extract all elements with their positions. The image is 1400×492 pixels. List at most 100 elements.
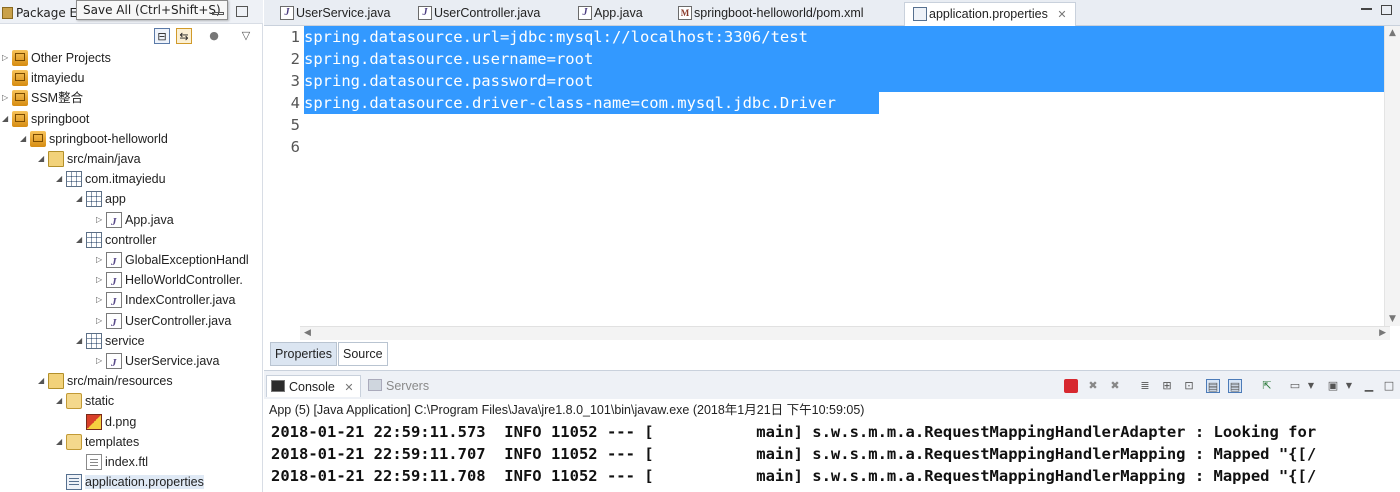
show-on-stderr-icon[interactable]: ▤ — [1228, 379, 1242, 393]
tree-item[interactable]: ▷ App.java — [96, 210, 174, 232]
tree-item[interactable]: application.properties — [56, 472, 204, 492]
tree-item-label: UserService.java — [125, 354, 220, 368]
scroll-lock-icon[interactable]: ≣ — [1138, 379, 1152, 393]
minimize-editor-icon[interactable] — [1361, 8, 1372, 11]
package-icon — [86, 332, 102, 349]
word-wrap-icon[interactable]: ⊞ — [1160, 379, 1174, 393]
tree-item[interactable]: ◢ service — [76, 331, 145, 351]
collapsed-twisty-icon[interactable]: ▷ — [2, 88, 12, 108]
image-file-icon — [86, 413, 102, 430]
tree-item[interactable]: ◢ springboot — [2, 109, 89, 129]
collapsed-twisty-icon[interactable]: ▷ — [96, 351, 106, 371]
tree-item[interactable]: ▷ SSM整合 — [2, 88, 83, 108]
tree-item[interactable]: ◢ src/main/java — [38, 149, 141, 169]
tree-item-label: App.java — [125, 212, 174, 227]
horizontal-scrollbar[interactable]: ◀ ▶ — [300, 326, 1390, 340]
project-icon — [12, 90, 28, 107]
terminate-icon[interactable] — [1064, 379, 1078, 393]
tree-item[interactable]: ▷ GlobalExceptionHandl — [96, 250, 249, 272]
collapsed-twisty-icon[interactable]: ▷ — [96, 250, 106, 270]
remove-all-terminated-icon[interactable]: ✖ — [1108, 379, 1122, 393]
tab-label: application.properties — [929, 7, 1048, 21]
close-tab-icon[interactable]: ✕ — [344, 382, 353, 394]
display-console-dropdown-icon[interactable]: ▼ — [1304, 379, 1318, 393]
tab-source[interactable]: Source — [338, 342, 388, 366]
scroll-left-arrow-icon[interactable]: ◀ — [304, 328, 311, 338]
collapsed-twisty-icon[interactable]: ▷ — [96, 270, 106, 290]
expanded-twisty-icon[interactable]: ◢ — [2, 109, 12, 129]
maven-project-icon — [30, 130, 46, 147]
tree-item[interactable]: ◢ templates — [56, 432, 139, 452]
collapsed-twisty-icon[interactable]: ▷ — [96, 290, 106, 310]
collapse-all-icon[interactable]: ⊟ — [154, 28, 170, 44]
tree-item[interactable]: ◢ springboot-helloworld — [20, 129, 168, 149]
collapsed-twisty-icon[interactable]: ▷ — [96, 311, 106, 331]
scroll-up-arrow-icon[interactable]: ▲ — [1389, 28, 1396, 38]
link-with-editor-icon[interactable]: ⇆ — [176, 28, 192, 44]
tree-item[interactable]: ◢ com.itmayiedu — [56, 169, 166, 189]
tree-item-label: springboot — [31, 111, 90, 126]
properties-file-icon — [66, 474, 82, 491]
tree-item[interactable]: ◢ controller — [76, 230, 156, 250]
maximize-editor-icon[interactable] — [1381, 5, 1392, 15]
tree-item[interactable]: ◢ static — [56, 391, 114, 411]
collapsed-twisty-icon[interactable]: ▷ — [2, 48, 12, 68]
expanded-twisty-icon[interactable]: ◢ — [76, 331, 86, 351]
project-icon — [12, 70, 28, 87]
tab-usercontroller-java[interactable]: J UserController.java — [410, 2, 540, 26]
tree-item-label: itmayiedu — [31, 71, 85, 86]
expanded-twisty-icon[interactable]: ◢ — [38, 149, 48, 169]
tree-item[interactable]: ▷ HelloWorldController. — [96, 270, 243, 292]
tab-properties[interactable]: Properties — [270, 342, 337, 366]
display-selected-console-icon[interactable]: ▭ — [1288, 379, 1302, 393]
tree-item[interactable]: ▷ UserController.java — [96, 311, 231, 333]
tree-item[interactable]: ▷ Other Projects — [2, 48, 111, 68]
tree-item[interactable]: index.ftl — [76, 452, 148, 472]
show-on-stdout-icon[interactable]: ▤ — [1206, 379, 1220, 393]
pin-console-icon[interactable]: ⇱ — [1260, 379, 1274, 393]
tab-servers[interactable]: Servers — [364, 375, 429, 397]
tab-label: UserService.java — [296, 6, 391, 20]
collapsed-twisty-icon[interactable]: ▷ — [96, 210, 106, 230]
expanded-twisty-icon[interactable]: ◢ — [76, 230, 86, 250]
focus-on-active-task-icon[interactable]: ● — [206, 28, 222, 44]
tab-console[interactable]: Console ✕ — [266, 375, 361, 397]
expanded-twisty-icon[interactable]: ◢ — [56, 432, 66, 452]
expanded-twisty-icon[interactable]: ◢ — [56, 391, 66, 411]
expanded-twisty-icon[interactable]: ◢ — [76, 189, 86, 209]
close-tab-icon[interactable]: ✕ — [1057, 9, 1066, 21]
scroll-right-arrow-icon[interactable]: ▶ — [1379, 328, 1386, 338]
tab-application-properties[interactable]: application.properties ✕ — [904, 2, 1076, 26]
expanded-twisty-icon[interactable]: ◢ — [56, 169, 66, 189]
open-console-icon[interactable]: ▣ — [1326, 379, 1340, 393]
open-console-dropdown-icon[interactable]: ▼ — [1342, 379, 1356, 393]
clear-console-icon[interactable]: ⊡ — [1182, 379, 1196, 393]
launch-description: App (5) [Java Application] C:\Program Fi… — [269, 403, 865, 417]
tab-userservice-java[interactable]: J UserService.java — [272, 2, 390, 26]
maximize-view-icon[interactable]: □ — [1382, 379, 1396, 393]
tab-pom-xml[interactable]: M springboot-helloworld/pom.xml — [670, 2, 864, 26]
tab-app-java[interactable]: J App.java — [570, 2, 643, 26]
tree-item[interactable]: ◢ src/main/resources — [38, 371, 173, 391]
tab-label: Console — [289, 380, 335, 394]
view-menu-chevron-down-icon[interactable]: ▽ — [238, 28, 254, 44]
expanded-twisty-icon[interactable]: ◢ — [20, 129, 30, 149]
remove-launch-icon[interactable]: ✖ — [1086, 379, 1100, 393]
line-number: 6 — [290, 138, 300, 156]
editor-tabbar: J UserService.java J UserController.java… — [264, 0, 1400, 26]
vertical-scrollbar[interactable]: ▲ ▼ — [1384, 26, 1400, 326]
package-explorer-tab[interactable]: Package E — [0, 2, 77, 24]
tree-item[interactable]: ◢ app — [76, 189, 126, 209]
properties-source-editor[interactable]: 1 spring.datasource.url=jdbc:mysql://loca… — [264, 26, 1384, 326]
tree-item[interactable]: ▷ UserService.java — [96, 351, 220, 373]
minimize-view-icon[interactable] — [212, 12, 224, 15]
tree-item-label: springboot-helloworld — [49, 131, 168, 146]
minimize-view-icon[interactable]: ▁ — [1362, 379, 1376, 393]
tree-item[interactable]: d.png — [76, 412, 136, 432]
expanded-twisty-icon[interactable]: ◢ — [38, 371, 48, 391]
tree-item[interactable]: ▷ IndexController.java — [96, 290, 235, 312]
java-file-icon — [106, 292, 122, 312]
scroll-down-arrow-icon[interactable]: ▼ — [1389, 314, 1396, 324]
tree-item[interactable]: itmayiedu — [2, 68, 85, 88]
maximize-view-icon[interactable] — [236, 6, 248, 17]
